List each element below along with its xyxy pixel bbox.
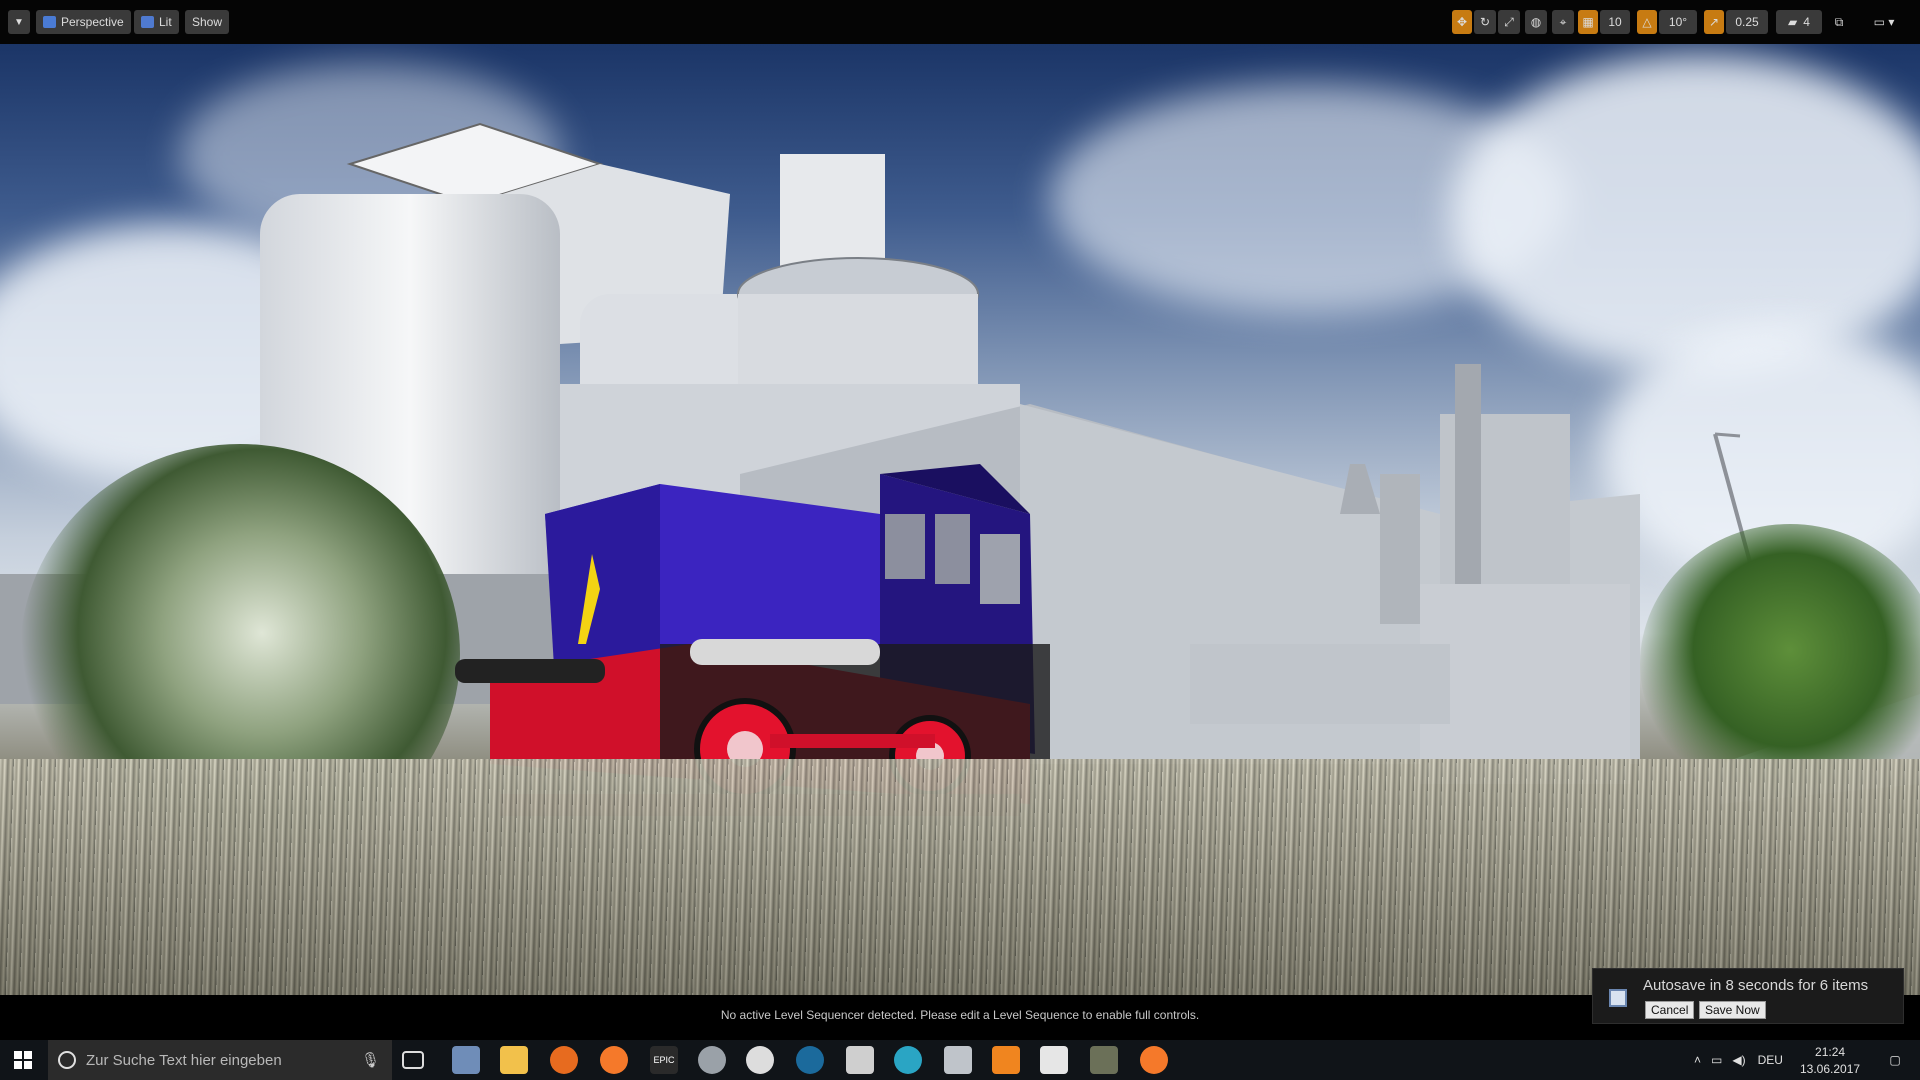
globe-icon: ◍ [1530, 15, 1542, 29]
layout-icon: ▭ ▾ [1873, 15, 1895, 29]
disc-app-icon[interactable] [698, 1046, 726, 1074]
show-label: Show [192, 15, 223, 29]
surface-snapping-button[interactable]: ⌖ [1552, 10, 1574, 34]
notification-icon: ▢ [1889, 1053, 1901, 1067]
scale-snap-toggle[interactable]: ↗ [1704, 10, 1724, 34]
autosave-save-now-button[interactable]: Save Now [1699, 1001, 1766, 1019]
microphone-icon: 🎙 [360, 1052, 380, 1069]
action-center-button[interactable]: ▢ [1880, 1040, 1910, 1080]
file-explorer-icon[interactable] [500, 1046, 528, 1074]
rotation-snap-value-label: 10° [1668, 15, 1688, 29]
grid-snap-value-label: 10 [1608, 15, 1622, 29]
rotation-snap-value[interactable]: 10° [1659, 10, 1697, 34]
maximize-icon: ⧉ [1834, 14, 1844, 29]
windows-taskbar: Zur Suche Text hier eingeben 🎙 EPIC ˄ ▭ … [0, 1040, 1920, 1080]
search-placeholder: Zur Suche Text hier eingeben [86, 1051, 282, 1069]
chevron-up-icon[interactable]: ˄ [1694, 1053, 1701, 1067]
camera-speed-label: 4 [1803, 15, 1810, 29]
scale-snap-icon: ↗ [1708, 15, 1720, 29]
grass-shading [0, 759, 1920, 995]
volume-icon[interactable]: ◀) [1732, 1053, 1745, 1067]
firefox-icon[interactable] [550, 1046, 578, 1074]
camera-speed-button[interactable]: ▰ 4 [1776, 10, 1822, 34]
epic-icon-label: EPIC [653, 1055, 675, 1065]
unreal-editor-viewport-screen: ▼ Perspective Lit Show ✥ ↻ ⤢ ◍ ⌖ ▦ 10 △ … [0, 0, 1920, 1080]
perspective-button[interactable]: Perspective [36, 10, 131, 34]
autosave-notification: Autosave in 8 seconds for 6 items Cancel… [1592, 968, 1904, 1024]
task-view-icon[interactable] [402, 1051, 424, 1069]
taskbar-search-box[interactable]: Zur Suche Text hier eingeben 🎙 [48, 1040, 392, 1080]
substance-icon[interactable] [846, 1046, 874, 1074]
epic-games-launcher-icon[interactable]: EPIC [650, 1046, 678, 1074]
grid-icon: ▦ [1582, 15, 1594, 29]
camera-icon: ▰ [1788, 15, 1798, 29]
vlc-icon[interactable] [992, 1046, 1020, 1074]
steam-icon[interactable] [796, 1046, 824, 1074]
cortana-circle-icon [58, 1051, 76, 1069]
perspective-label: Perspective [61, 15, 124, 29]
viewport-toolbar: ▼ Perspective Lit Show ✥ ↻ ⤢ ◍ ⌖ ▦ 10 △ … [0, 0, 1920, 44]
clock-time: 21:24 [1815, 1044, 1846, 1059]
maximize-viewport-button[interactable]: ⧉ [1828, 10, 1850, 34]
sequencer-message: No active Level Sequencer detected. Plea… [720, 1008, 1200, 1022]
paint-app-icon[interactable] [452, 1046, 480, 1074]
autosave-message: Autosave in 8 seconds for 6 items [1643, 977, 1869, 994]
blender-icon[interactable] [600, 1046, 628, 1074]
network-icon[interactable]: ▭ [1711, 1053, 1722, 1067]
rotation-snap-toggle[interactable]: △ [1637, 10, 1657, 34]
lit-label: Lit [159, 15, 172, 29]
rotate-icon: ↻ [1479, 15, 1491, 29]
clock-date: 13.06.2017 [1800, 1061, 1861, 1076]
monitor-app-icon[interactable] [944, 1046, 972, 1074]
clock[interactable]: 21:24 13.06.2017 [1800, 1040, 1860, 1080]
autosave-cancel-button[interactable]: Cancel [1645, 1001, 1695, 1019]
grid-snap-value[interactable]: 10 [1600, 10, 1630, 34]
game-app-icon[interactable] [1090, 1046, 1118, 1074]
move-icon: ✥ [1456, 15, 1468, 29]
start-button[interactable] [0, 1040, 46, 1080]
system-tray: ˄ ▭ ◀) DEU [1694, 1040, 1783, 1080]
surface-snap-icon: ⌖ [1559, 14, 1567, 29]
scale-tool-button[interactable]: ⤢ [1498, 10, 1520, 34]
lit-button[interactable]: Lit [134, 10, 179, 34]
save-icon [1609, 989, 1627, 1007]
angle-icon: △ [1642, 15, 1652, 29]
gear-app-icon[interactable] [894, 1046, 922, 1074]
windows-logo-icon [14, 1051, 32, 1069]
language-indicator[interactable]: DEU [1758, 1053, 1783, 1067]
photos-icon[interactable] [1040, 1046, 1068, 1074]
grid-snap-toggle[interactable]: ▦ [1578, 10, 1598, 34]
layout-button[interactable]: ▭ ▾ [1860, 10, 1908, 34]
lit-icon [141, 16, 154, 28]
scale-snap-value[interactable]: 0.25 [1726, 10, 1768, 34]
scale-snap-value-label: 0.25 [1735, 15, 1759, 29]
show-button[interactable]: Show [185, 10, 230, 34]
rotate-tool-button[interactable]: ↻ [1474, 10, 1496, 34]
blender-icon-2[interactable] [1140, 1046, 1168, 1074]
perspective-icon [43, 16, 56, 28]
chevron-down-icon: ▼ [14, 16, 24, 28]
coordinate-system-button[interactable]: ◍ [1525, 10, 1547, 34]
level-viewport-scene[interactable] [0, 44, 1920, 995]
scale-icon: ⤢ [1504, 14, 1514, 29]
unreal-engine-icon[interactable] [746, 1046, 774, 1074]
translate-tool-button[interactable]: ✥ [1452, 10, 1472, 34]
viewport-options-button[interactable]: ▼ [8, 10, 30, 34]
